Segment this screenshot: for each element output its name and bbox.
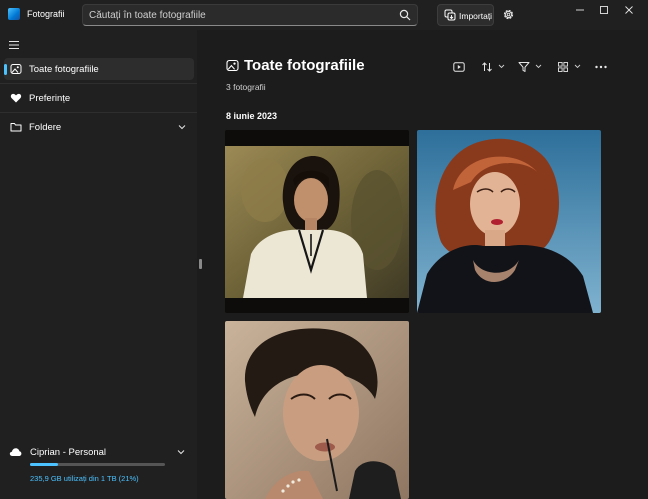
hamburger-menu-icon[interactable] [8, 40, 20, 50]
divider [0, 112, 197, 113]
photo-woman-portrait [225, 321, 409, 499]
filter-button[interactable] [518, 60, 544, 74]
chevron-down-icon[interactable] [177, 449, 185, 455]
photos-app-icon [8, 8, 20, 20]
view-options-button[interactable] [557, 60, 583, 74]
sort-icon [482, 62, 492, 72]
storage-usage-text: 235,9 GB utilizați din 1 TB (21%) [30, 474, 139, 483]
chevron-down-icon [535, 64, 542, 69]
view-grid-icon [558, 62, 568, 72]
sidebar-item-label: Toate fotografiile [29, 64, 99, 75]
account-name: Ciprian - Personal [30, 447, 107, 458]
minimize-icon[interactable] [570, 4, 590, 16]
sidebar-item-label: Preferințe [29, 93, 71, 104]
photo-thumbnail-1[interactable] [225, 130, 409, 313]
sidebar-item-label: Foldere [29, 122, 62, 133]
import-button[interactable]: Importați [437, 4, 494, 26]
chevron-down-icon[interactable] [178, 124, 186, 130]
title-bar: Fotografii Importați [0, 0, 648, 30]
pane-resize-handle[interactable] [199, 259, 202, 269]
close-icon[interactable] [619, 4, 639, 16]
date-group-header: 8 iunie 2023 [226, 111, 278, 121]
sidebar: Toate fotografiile Preferințe Foldere Ci… [0, 30, 197, 499]
chevron-down-icon [574, 64, 581, 69]
photos-icon [10, 64, 22, 74]
sidebar-item-favorites[interactable]: Preferințe [4, 87, 194, 109]
settings-gear-icon[interactable] [502, 8, 515, 21]
slideshow-button[interactable] [453, 60, 465, 74]
sidebar-item-folders[interactable]: Foldere [4, 116, 194, 138]
heart-icon [10, 93, 22, 103]
page-title: Toate fotografiile [244, 57, 365, 74]
maximize-icon[interactable] [594, 4, 614, 16]
import-icon [444, 9, 456, 21]
main-content: Toate fotografiile 3 fotografii 8 iunie … [203, 30, 648, 499]
search-box[interactable] [82, 4, 418, 26]
photos-icon [226, 59, 239, 72]
more-icon [595, 65, 607, 69]
search-input[interactable] [89, 7, 389, 23]
slideshow-icon [453, 62, 465, 72]
app-title: Fotografii [27, 9, 65, 19]
chevron-down-icon [498, 64, 505, 69]
storage-progress-bar [30, 463, 165, 466]
folder-icon [10, 123, 22, 132]
more-options-button[interactable] [594, 60, 608, 74]
storage-progress-fill [30, 463, 59, 466]
onedrive-storage-panel[interactable]: Ciprian - Personal 235,9 GB utilizați di… [0, 441, 197, 499]
sidebar-item-all-photos[interactable]: Toate fotografiile [4, 58, 194, 80]
import-label: Importați [459, 11, 493, 21]
photo-thumbnail-3[interactable] [225, 321, 409, 499]
search-icon[interactable] [399, 9, 411, 21]
selection-indicator [4, 64, 7, 75]
photo-woman-white-blouse [225, 130, 409, 313]
photo-thumbnail-2[interactable] [417, 130, 601, 313]
photo-woman-red-hair [417, 130, 601, 313]
photo-count: 3 fotografii [226, 82, 266, 92]
divider [0, 83, 197, 84]
filter-icon [518, 62, 530, 72]
sort-button[interactable] [481, 60, 507, 74]
cloud-icon [9, 448, 22, 456]
